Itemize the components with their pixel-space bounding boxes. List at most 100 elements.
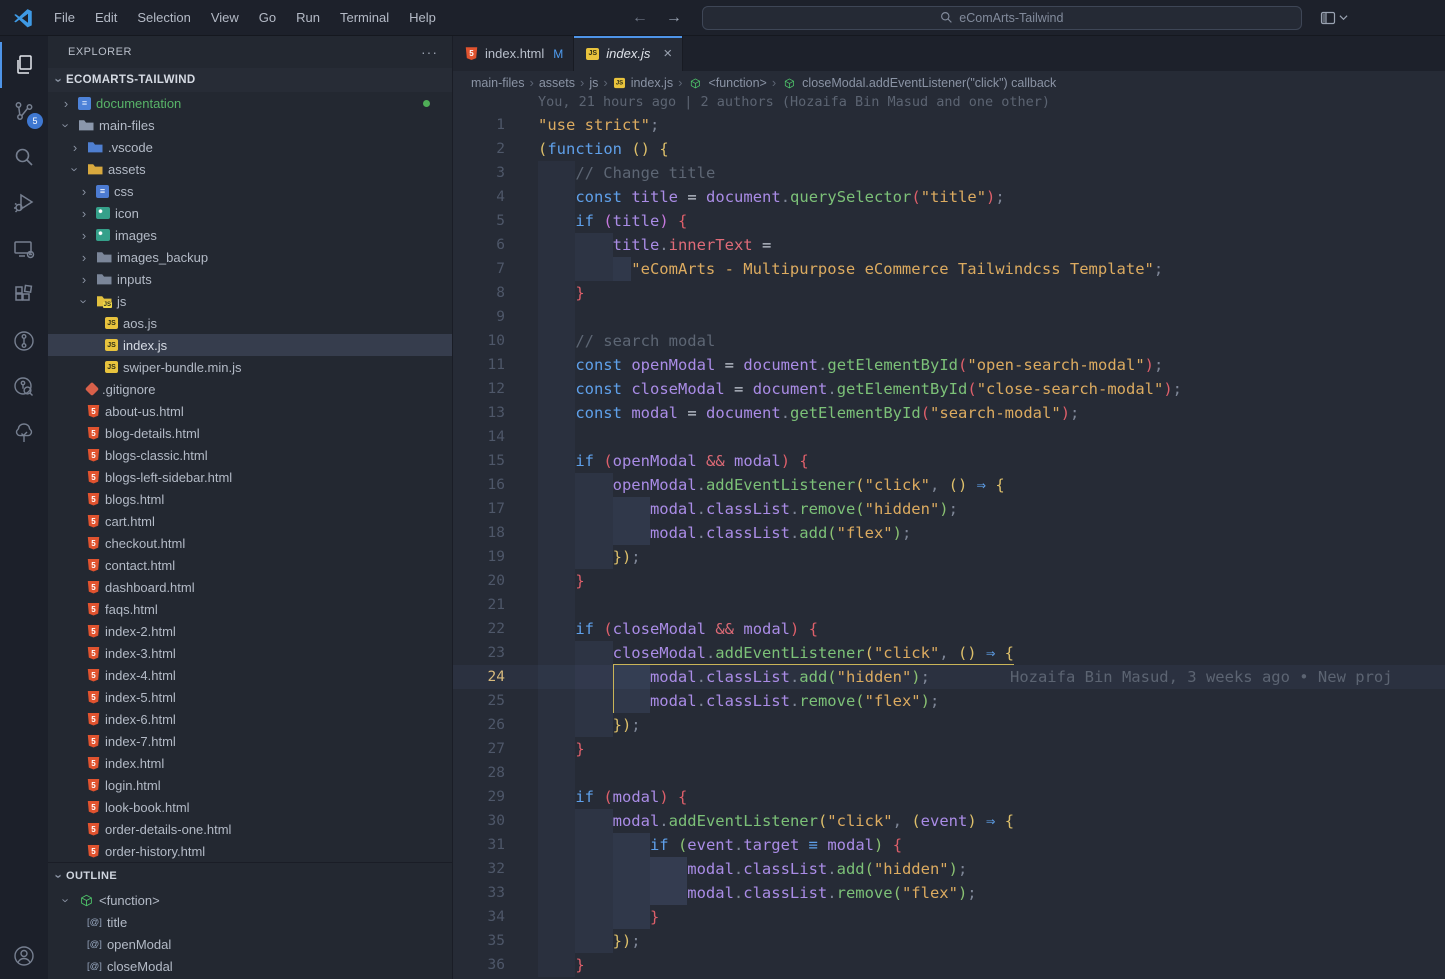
activity-run-debug-icon[interactable] (0, 180, 48, 226)
code-line[interactable]: 3// Change title (453, 161, 1445, 185)
menu-run[interactable]: Run (287, 6, 329, 29)
tree-item-icon[interactable]: ›icon (48, 202, 452, 224)
tree-item-title[interactable]: ›[@]title (48, 911, 452, 933)
tree-item-index-6.html[interactable]: ›index-6.html (48, 708, 452, 730)
activity-extensions-icon[interactable] (0, 272, 48, 318)
activity-gitlens-inspect-icon[interactable] (0, 364, 48, 410)
tree-item-images[interactable]: ›images (48, 224, 452, 246)
code-line[interactable]: 23closeModal.addEventListener("click", (… (453, 641, 1445, 665)
code-line[interactable]: 16openModal.addEventListener("click", ()… (453, 473, 1445, 497)
tree-item-index-7.html[interactable]: ›index-7.html (48, 730, 452, 752)
breadcrumb-item[interactable]: closeModal.addEventListener("click") cal… (802, 76, 1056, 90)
tree-item-index-2.html[interactable]: ›index-2.html (48, 620, 452, 642)
code-line[interactable]: 7"eComArts - Multipurpose eCommerce Tail… (453, 257, 1445, 281)
chevron-collapsed-icon[interactable]: › (77, 250, 91, 265)
tree-item-look-book.html[interactable]: ›look-book.html (48, 796, 452, 818)
breadcrumb-item[interactable]: <function> (708, 76, 766, 90)
code-editor[interactable]: You, 21 hours ago | 2 authors (Hozaifa B… (453, 94, 1445, 979)
code-line[interactable]: 5if (title) { (453, 209, 1445, 233)
chevron-expanded-icon[interactable]: › (77, 294, 92, 308)
code-line[interactable]: 35}); (453, 929, 1445, 953)
activity-todo-tree-icon[interactable] (0, 410, 48, 456)
tree-item-index-3.html[interactable]: ›index-3.html (48, 642, 452, 664)
code-line[interactable]: 34} (453, 905, 1445, 929)
tab-index.html[interactable]: index.htmlM (453, 36, 574, 71)
tree-item-faqs.html[interactable]: ›faqs.html (48, 598, 452, 620)
chevron-collapsed-icon[interactable]: › (77, 184, 91, 199)
tree-item-blog-details.html[interactable]: ›blog-details.html (48, 422, 452, 444)
code-line[interactable]: 36} (453, 953, 1445, 977)
tree-item-blogs.html[interactable]: ›blogs.html (48, 488, 452, 510)
nav-forward-icon[interactable]: → (664, 9, 684, 27)
more-actions-icon[interactable]: ··· (421, 44, 438, 60)
tree-item-dashboard.html[interactable]: ›dashboard.html (48, 576, 452, 598)
code-line[interactable]: 28 (453, 761, 1445, 785)
activity-explorer-icon[interactable] (0, 42, 48, 88)
activity-gitlens-icon[interactable] (0, 318, 48, 364)
chevron-collapsed-icon[interactable]: › (77, 228, 91, 243)
menu-view[interactable]: View (202, 6, 248, 29)
code-line[interactable]: 19}); (453, 545, 1445, 569)
tree-item-index.html[interactable]: ›index.html (48, 752, 452, 774)
chevron-expanded-icon[interactable]: › (68, 162, 83, 176)
tree-item-documentation[interactable]: ›documentation (48, 92, 452, 114)
breadcrumb-item[interactable]: main-files (471, 76, 525, 90)
code-line[interactable]: 15if (openModal && modal) { (453, 449, 1445, 473)
chevron-collapsed-icon[interactable]: › (59, 96, 73, 111)
code-line[interactable]: 20} (453, 569, 1445, 593)
activity-source-control-icon[interactable]: 5 (0, 88, 48, 134)
tree-item-checkout.html[interactable]: ›checkout.html (48, 532, 452, 554)
code-line[interactable]: 21 (453, 593, 1445, 617)
command-center-search[interactable]: eComArts-Tailwind (702, 6, 1302, 30)
layout-toggle-button[interactable] (1320, 10, 1348, 26)
tree-item-.gitignore[interactable]: ›.gitignore (48, 378, 452, 400)
tree-item-cart.html[interactable]: ›cart.html (48, 510, 452, 532)
code-line[interactable]: 2(function () { (453, 137, 1445, 161)
tree-item-login.html[interactable]: ›login.html (48, 774, 452, 796)
tree-item-order-details-one.html[interactable]: ›order-details-one.html (48, 818, 452, 840)
code-line[interactable]: 13const modal = document.getElementById(… (453, 401, 1445, 425)
project-root-row[interactable]: › ECOMARTS-TAILWIND (48, 68, 452, 92)
code-line[interactable]: 26}); (453, 713, 1445, 737)
tree-item-blogs-left-sidebar.html[interactable]: ›blogs-left-sidebar.html (48, 466, 452, 488)
code-line[interactable]: 4const title = document.querySelector("t… (453, 185, 1445, 209)
tree-item-order-history.html[interactable]: ›order-history.html (48, 840, 452, 862)
tree-item-.vscode[interactable]: ›.vscode (48, 136, 452, 158)
tree-item-assets[interactable]: ›assets (48, 158, 452, 180)
activity-accounts-icon[interactable] (0, 933, 48, 979)
code-line[interactable]: 9 (453, 305, 1445, 329)
code-line[interactable]: 17modal.classList.remove("hidden"); (453, 497, 1445, 521)
chevron-collapsed-icon[interactable]: › (77, 272, 91, 287)
tab-index.js[interactable]: index.js× (574, 36, 683, 71)
menu-help[interactable]: Help (400, 6, 445, 29)
code-line[interactable]: 8} (453, 281, 1445, 305)
tree-item-blogs-classic.html[interactable]: ›blogs-classic.html (48, 444, 452, 466)
tree-item-inputs[interactable]: ›inputs (48, 268, 452, 290)
tree-item-swiper-bundle.min.js[interactable]: ›swiper-bundle.min.js (48, 356, 452, 378)
tree-item-index-5.html[interactable]: ›index-5.html (48, 686, 452, 708)
tree-item-js[interactable]: ›JSjs (48, 290, 452, 312)
outline-header[interactable]: › OUTLINE (48, 862, 452, 889)
activity-search-icon[interactable] (0, 134, 48, 180)
code-line[interactable]: 27} (453, 737, 1445, 761)
code-line[interactable]: 14 (453, 425, 1445, 449)
tree-item-openmodal[interactable]: ›[@]openModal (48, 933, 452, 955)
chevron-expanded-icon[interactable]: › (59, 893, 74, 907)
tree-item-index.js[interactable]: ›index.js (48, 334, 452, 356)
menu-terminal[interactable]: Terminal (331, 6, 398, 29)
chevron-collapsed-icon[interactable]: › (68, 140, 82, 155)
tree-item-images-backup[interactable]: ›images_backup (48, 246, 452, 268)
code-line[interactable]: 18modal.classList.add("flex"); (453, 521, 1445, 545)
menu-go[interactable]: Go (250, 6, 285, 29)
tree-item--function-[interactable]: ›<function> (48, 889, 452, 911)
tree-item-about-us.html[interactable]: ›about-us.html (48, 400, 452, 422)
code-line[interactable]: 31if (event.target ≡ modal) { (453, 833, 1445, 857)
code-line[interactable]: 24modal.classList.add("hidden");Hozaifa … (453, 665, 1445, 689)
menu-file[interactable]: File (45, 6, 84, 29)
nav-back-icon[interactable]: ← (630, 9, 650, 27)
tree-item-main-files[interactable]: ›main-files (48, 114, 452, 136)
chevron-collapsed-icon[interactable]: › (77, 206, 91, 221)
tree-item-contact.html[interactable]: ›contact.html (48, 554, 452, 576)
tree-item-index-4.html[interactable]: ›index-4.html (48, 664, 452, 686)
close-icon[interactable]: × (663, 45, 672, 62)
